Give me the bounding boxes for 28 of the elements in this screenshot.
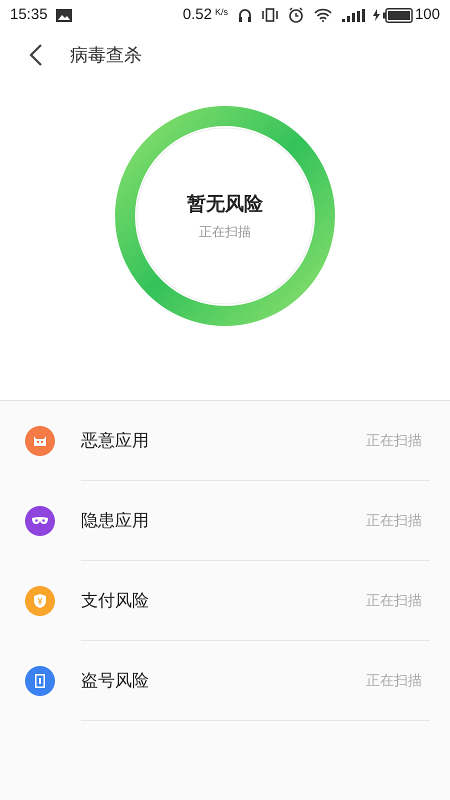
category-label: 盗号风险 xyxy=(81,670,150,692)
battery-level: 100 xyxy=(414,4,440,25)
back-icon xyxy=(29,44,43,66)
robot-icon xyxy=(33,436,47,446)
alarm-icon xyxy=(288,7,304,23)
category-status: 正在扫描 xyxy=(366,671,422,690)
scan-status: 正在扫描 xyxy=(199,223,251,241)
headphones-icon xyxy=(238,8,252,22)
risk-status-headline: 暂无风险 xyxy=(187,192,263,216)
network-speed: 0.52 xyxy=(182,4,212,25)
category-label: 支付风险 xyxy=(81,590,150,612)
category-label: 隐患应用 xyxy=(81,510,150,532)
clock-time: 15:35 xyxy=(10,4,48,25)
mask-icon xyxy=(32,517,48,525)
wifi-icon xyxy=(314,8,332,22)
category-status: 正在扫描 xyxy=(366,511,422,530)
category-status: 正在扫描 xyxy=(366,431,422,450)
signal-icon xyxy=(342,8,366,22)
image-icon xyxy=(56,8,72,22)
shield-icon xyxy=(34,594,46,608)
phone-icon xyxy=(35,674,45,688)
speed-unit: K/s xyxy=(214,6,228,19)
charging-icon xyxy=(372,9,380,21)
category-label: 恶意应用 xyxy=(81,430,150,452)
battery-icon xyxy=(382,8,413,22)
category-status: 正在扫描 xyxy=(366,591,422,610)
page-title: 病毒查杀 xyxy=(70,44,142,66)
vibrate-icon xyxy=(262,8,278,22)
